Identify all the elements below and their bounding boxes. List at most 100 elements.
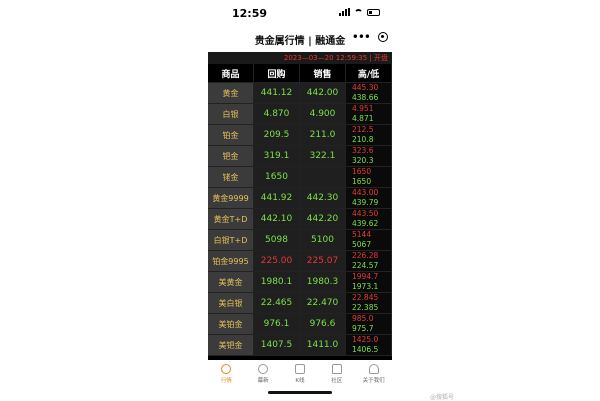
buy-price: 1407.5 [254, 335, 300, 356]
table-row[interactable]: 美铂金 976.1 976.6 985.0 975.7 [208, 314, 392, 335]
low-price: 975.7 [352, 324, 374, 333]
header-name: 商品 [208, 64, 254, 83]
commodity-name: 美钯金 [208, 335, 254, 356]
high-price: 985.0 [352, 314, 374, 323]
high-price: 226.28 [352, 251, 379, 260]
low-price: 5067 [352, 240, 372, 249]
sell-price: 1411.0 [300, 335, 346, 356]
table-row[interactable]: 钯金 319.1 322.1 323.6 320.3 [208, 146, 392, 167]
low-price: 439.62 [352, 219, 379, 228]
buy-price: 441.92 [254, 188, 300, 209]
table-row[interactable]: 白银 4.870 4.900 4.951 4.871 [208, 104, 392, 125]
high-low: 4.951 4.871 [346, 104, 392, 125]
low-price: 1406.5 [352, 345, 379, 354]
table-row[interactable]: 铑金 1650 1650 1650 [208, 167, 392, 188]
high-price: 1994.7 [352, 272, 379, 281]
buy-price: 209.5 [254, 125, 300, 146]
tab-3[interactable]: 社区 [319, 362, 355, 388]
high-price: 212.5 [352, 125, 374, 134]
cellular-signal-icon [339, 8, 350, 16]
low-price: 4.871 [352, 114, 374, 123]
buy-price: 441.12 [254, 83, 300, 104]
sell-price: 4.900 [300, 104, 346, 125]
low-price: 438.66 [352, 93, 379, 102]
buy-price: 442.10 [254, 209, 300, 230]
update-timestamp: 2023—03—20 12:59:35 | 开盘 [208, 52, 392, 64]
buy-price: 5098 [254, 230, 300, 251]
dial-icon [221, 364, 232, 374]
table-row[interactable]: 美钯金 1407.5 1411.0 1425.0 1406.5 [208, 335, 392, 356]
high-price: 323.6 [352, 146, 374, 155]
sell-price: 22.470 [300, 293, 346, 314]
sell-price: 976.6 [300, 314, 346, 335]
buy-price: 976.1 [254, 314, 300, 335]
sell-price: 442.00 [300, 83, 346, 104]
table-row[interactable]: 美白银 22.465 22.470 22.845 22.385 [208, 293, 392, 314]
commodity-name: 美铂金 [208, 314, 254, 335]
nav-bar: 贵金属行情 | 融通金 ••• [208, 28, 392, 50]
table-row[interactable]: 铂金 209.5 211.0 212.5 210.8 [208, 125, 392, 146]
tab-label: 行情 [220, 378, 232, 384]
tab-1[interactable]: 幕新 [245, 362, 281, 388]
tab-label: 社区 [331, 378, 343, 384]
close-miniprogram-icon[interactable] [378, 32, 388, 42]
wifi-icon [354, 9, 363, 15]
high-low: 1425.0 1406.5 [346, 335, 392, 356]
commodity-name: 铑金 [208, 167, 254, 188]
sell-price: 211.0 [300, 125, 346, 146]
high-price: 1425.0 [352, 335, 379, 344]
high-low: 226.28 224.57 [346, 251, 392, 272]
commodity-name: 美白银 [208, 293, 254, 314]
commodity-name: 黄金T+D [208, 209, 254, 230]
status-icons [339, 8, 380, 16]
high-low: 22.845 22.385 [346, 293, 392, 314]
high-low: 1650 1650 [346, 167, 392, 188]
low-price: 439.79 [352, 198, 379, 207]
miniprogram-capsule: ••• [352, 30, 388, 44]
buy-price: 225.00 [254, 251, 300, 272]
high-price: 443.00 [352, 188, 379, 197]
tab-label: K线 [295, 378, 305, 384]
table-row[interactable]: 黄金T+D 442.10 442.20 443.50 439.62 [208, 209, 392, 230]
table-header: 商品 回购 销售 高/低 [208, 64, 392, 83]
header-buy: 回购 [254, 64, 300, 83]
low-price: 224.57 [352, 261, 379, 270]
more-icon[interactable]: ••• [352, 30, 371, 44]
commodity-name: 美黄金 [208, 272, 254, 293]
buy-price: 1650 [254, 167, 300, 188]
sell-price: 5100 [300, 230, 346, 251]
table-row[interactable]: 美黄金 1980.1 1980.3 1994.7 1973.1 [208, 272, 392, 293]
sell-price: 442.30 [300, 188, 346, 209]
header-sell: 销售 [300, 64, 346, 83]
high-price: 22.845 [352, 293, 379, 302]
buy-price: 22.465 [254, 293, 300, 314]
tab-2[interactable]: K线 [282, 362, 318, 388]
table-row[interactable]: 铂金9995 225.00 225.07 226.28 224.57 [208, 251, 392, 272]
buy-price: 4.870 [254, 104, 300, 125]
tab-4[interactable]: 关于我们 [356, 362, 392, 388]
commodity-name: 铂金9995 [208, 251, 254, 272]
status-time: 12:59 [232, 7, 268, 20]
high-low: 443.00 439.79 [346, 188, 392, 209]
table-row[interactable]: 黄金 441.12 442.00 445.30 438.66 [208, 83, 392, 104]
commodity-name: 黄金9999 [208, 188, 254, 209]
gauge-icon [258, 364, 269, 374]
battery-icon [367, 8, 380, 16]
header-high-low: 高/低 [346, 64, 392, 83]
high-price: 5144 [352, 230, 372, 239]
sell-price [300, 167, 346, 188]
high-low: 443.50 439.62 [346, 209, 392, 230]
tab-0[interactable]: 行情 [208, 362, 244, 388]
high-low: 212.5 210.8 [346, 125, 392, 146]
home-icon [331, 364, 342, 374]
high-price: 1650 [352, 167, 372, 176]
commodity-name: 白银 [208, 104, 254, 125]
high-low: 985.0 975.7 [346, 314, 392, 335]
status-bar: 12:59 [208, 0, 392, 26]
table-row[interactable]: 白银T+D 5098 5100 5144 5067 [208, 230, 392, 251]
sell-price: 322.1 [300, 146, 346, 167]
commodity-name: 铂金 [208, 125, 254, 146]
commodity-name: 钯金 [208, 146, 254, 167]
tab-bar: 行情 幕新 K线 社区 关于我们 [208, 362, 392, 388]
table-row[interactable]: 黄金9999 441.92 442.30 443.00 439.79 [208, 188, 392, 209]
